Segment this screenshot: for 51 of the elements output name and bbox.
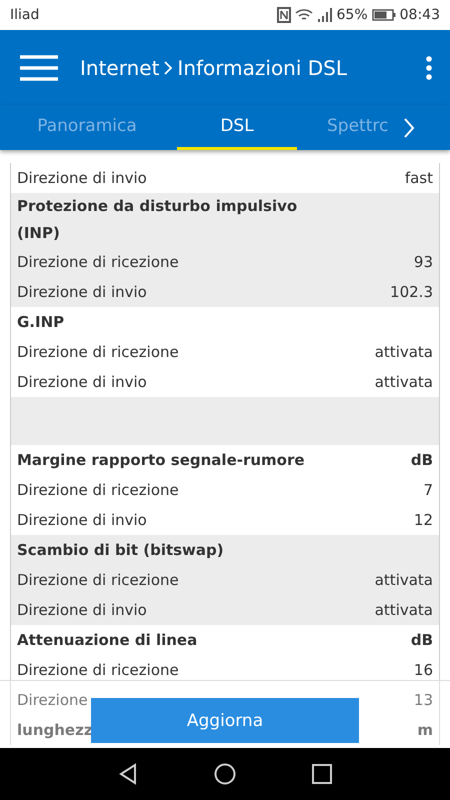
clock: 08:43	[400, 7, 440, 23]
row-label: Scambio di bit (bitswap)	[17, 540, 224, 560]
row-value: 93	[414, 253, 433, 271]
battery-icon	[372, 9, 396, 21]
row-label: Direzione	[17, 691, 88, 709]
row-label: Protezione da disturbo impulsivo (INP)	[17, 196, 298, 244]
row-value: 7	[423, 481, 433, 499]
row-value: attivata	[374, 601, 433, 619]
row-value: dB	[410, 451, 433, 469]
row-value: attivata	[374, 343, 433, 361]
row-value: attivata	[374, 373, 433, 391]
recents-icon[interactable]	[312, 764, 332, 784]
row-value: m	[417, 721, 433, 739]
row-value: dB	[410, 631, 433, 649]
tab[interactable]: DSL	[177, 105, 297, 150]
row-value: 13	[414, 691, 433, 709]
nfc-icon	[276, 7, 291, 23]
more-options-icon[interactable]	[426, 56, 432, 80]
carrier-label: Iliad	[10, 7, 40, 23]
row-label: lunghezz	[17, 720, 93, 740]
chevron-right-icon[interactable]	[403, 116, 415, 138]
row-label: Direzione di invio	[17, 283, 147, 301]
row-value: 102.3	[390, 283, 433, 301]
home-icon[interactable]	[214, 763, 236, 785]
chevron-right-icon	[163, 60, 174, 76]
wifi-icon	[294, 8, 313, 22]
row-label: Direzione di invio	[17, 601, 147, 619]
row-label: Direzione di ricezione	[17, 571, 179, 589]
breadcrumb-link[interactable]: Internet	[80, 56, 160, 80]
menu-icon[interactable]	[20, 54, 58, 80]
row-label: Attenuazione di linea	[17, 630, 198, 650]
row-value: 12	[414, 511, 433, 529]
row-label: Direzione di ricezione	[17, 253, 179, 271]
tab[interactable]: Panoramica	[27, 105, 147, 150]
battery-percent: 65%	[336, 7, 368, 23]
row-value: fast	[404, 169, 433, 187]
row-label: Direzione di ricezione	[17, 343, 179, 361]
row-label: Direzione di ricezione	[17, 481, 179, 499]
row-label: G.INP	[17, 312, 64, 332]
row-label: Margine rapporto segnale-rumore	[17, 450, 305, 470]
tab[interactable]: Spettrc	[327, 105, 399, 150]
page-title: Informazioni DSL	[177, 56, 348, 80]
row-value: attivata	[374, 571, 433, 589]
row-label: Direzione di invio	[17, 169, 147, 187]
row-value: 16	[414, 661, 433, 679]
row-label: Direzione di invio	[17, 373, 147, 391]
refresh-button[interactable]: Aggiorna	[91, 698, 359, 743]
row-label: Direzione di ricezione	[17, 661, 179, 679]
signal-icon	[316, 8, 333, 22]
row-label: Direzione di invio	[17, 511, 147, 529]
back-icon[interactable]	[118, 763, 138, 785]
